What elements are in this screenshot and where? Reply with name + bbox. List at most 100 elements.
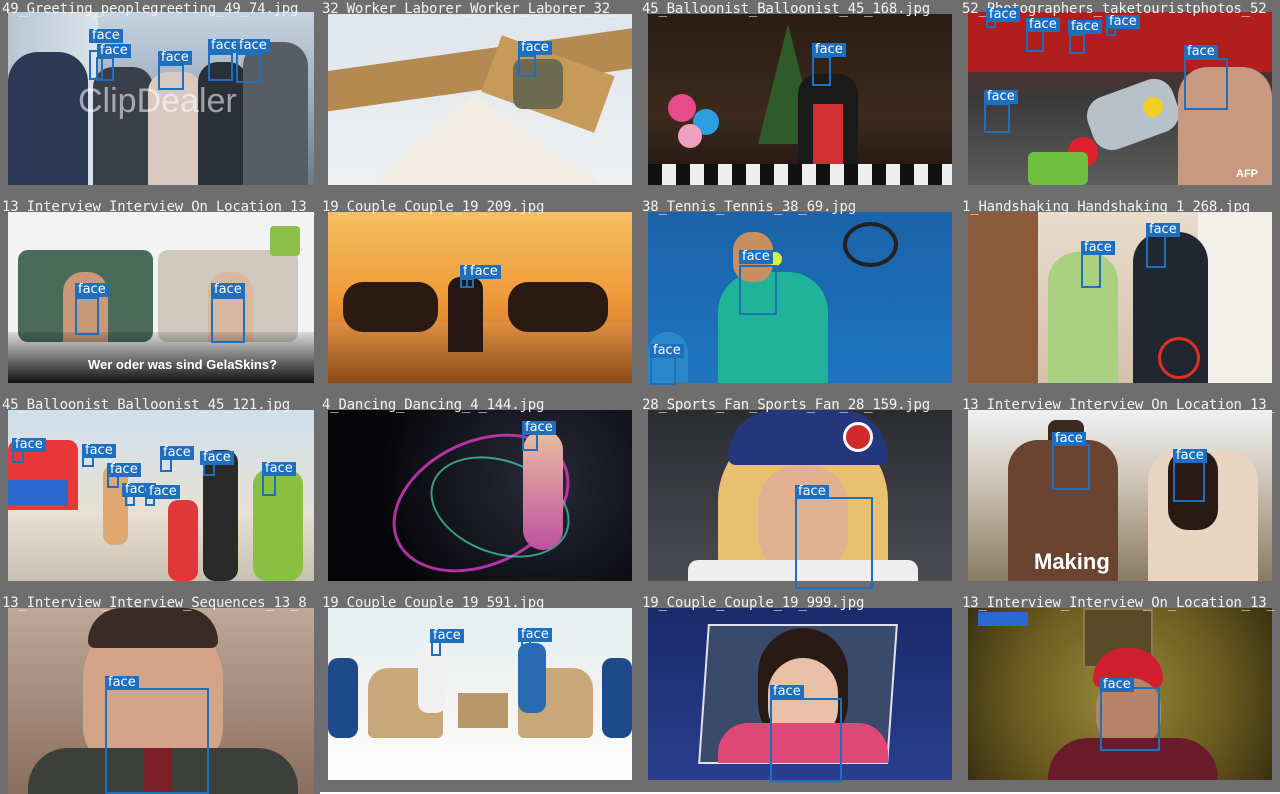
face-label: face	[1100, 678, 1134, 692]
tile-image	[648, 212, 952, 383]
tile-image	[328, 14, 632, 185]
face-box[interactable]	[1173, 458, 1205, 502]
face-label: face	[262, 462, 296, 476]
face-box[interactable]	[1052, 444, 1090, 490]
tile-couple-baby[interactable]: 19_Couple_Couple_19_999.jpg face	[640, 594, 960, 792]
face-label: face	[107, 463, 141, 477]
face-label: face	[97, 44, 131, 58]
face-box[interactable]	[96, 57, 114, 81]
tile-photographers[interactable]: AFP 52_Photographers_taketouristphotos_5…	[960, 0, 1280, 198]
face-box[interactable]	[1184, 58, 1228, 110]
face-box[interactable]	[739, 265, 777, 315]
face-label: face	[75, 283, 109, 297]
tile-tennis[interactable]: 38_Tennis_Tennis_38_69.jpg face face	[640, 198, 960, 396]
face-box[interactable]	[1100, 687, 1160, 751]
tile-interview-making[interactable]: Making 13_Interview_Interview_On_Locatio…	[960, 396, 1280, 594]
face-label: face	[1146, 223, 1180, 237]
face-label: face	[146, 485, 180, 499]
face-box[interactable]	[984, 103, 1010, 133]
face-label: face	[522, 421, 556, 435]
show-title-text: Making	[1034, 549, 1110, 574]
detection-results-grid: ClipDealer 49_Greeting_peoplegreeting_49…	[0, 0, 1280, 794]
face-box[interactable]	[518, 55, 536, 77]
face-box[interactable]	[236, 53, 261, 83]
tile-title: 19_Couple_Couple_19_591.jpg	[322, 595, 545, 611]
face-label: face	[984, 90, 1018, 104]
tile-image: Wer oder was sind GelaSkins?	[8, 212, 314, 383]
tile-image	[328, 410, 632, 581]
face-label: face	[739, 250, 773, 264]
tile-title: 1_Handshaking_Handshaking_1_268.jpg	[962, 199, 1251, 215]
tile-title: 13_Interview_Interview_Sequences_13_8	[2, 595, 307, 611]
face-label: face	[82, 444, 116, 458]
tile-interview-sequences[interactable]: 13_Interview_Interview_Sequences_13_8 fa…	[0, 594, 320, 794]
tile-title: 4_Dancing_Dancing_4_144.jpg	[322, 397, 545, 413]
face-box[interactable]	[770, 698, 842, 782]
face-label: face	[105, 676, 139, 690]
face-label: face	[1026, 18, 1060, 32]
face-box[interactable]	[650, 355, 676, 385]
face-label: face	[812, 43, 846, 57]
face-box[interactable]	[522, 433, 538, 451]
tile-image: ClipDealer	[8, 12, 314, 185]
face-box[interactable]	[211, 297, 245, 343]
tile-balloonist-party[interactable]: 45_Balloonist_Balloonist_45_121.jpg face…	[0, 396, 320, 594]
face-label: face	[1184, 45, 1218, 59]
face-box[interactable]	[466, 278, 474, 288]
face-label: face	[211, 283, 245, 297]
face-box[interactable]	[75, 297, 99, 335]
tile-image	[328, 608, 632, 780]
face-label: face	[89, 29, 123, 43]
tile-image: Making	[968, 410, 1272, 581]
face-box[interactable]	[521, 640, 531, 656]
tile-couple-sunset[interactable]: 19_Couple_Couple_19_209.jpg face face	[320, 198, 640, 396]
tile-title: 19_Couple_Couple_19_209.jpg	[322, 199, 545, 215]
tile-title: 13_Interview_Interview_On_Location_13_	[962, 595, 1275, 611]
face-label: face	[1068, 20, 1102, 34]
face-label: face	[12, 438, 46, 452]
face-label: face	[986, 8, 1020, 22]
face-box[interactable]	[208, 53, 233, 81]
agency-watermark: AFP	[1236, 168, 1258, 180]
tile-balloonist[interactable]: 45_Balloonist_Balloonist_45_168.jpg face	[640, 0, 960, 198]
face-box[interactable]	[795, 497, 873, 589]
tile-greeting[interactable]: ClipDealer 49_Greeting_peoplegreeting_49…	[0, 0, 320, 198]
face-box[interactable]	[1026, 30, 1044, 52]
face-box[interactable]	[812, 56, 831, 86]
tile-dancing[interactable]: 4_Dancing_Dancing_4_144.jpg face	[320, 396, 640, 594]
face-label: face	[467, 265, 501, 279]
tile-title: 32_Worker_Laborer_Worker_Laborer_32_	[322, 1, 619, 17]
face-box[interactable]	[105, 688, 209, 794]
tile-title: 19_Couple_Couple_19_999.jpg	[642, 595, 865, 611]
face-box[interactable]	[1146, 232, 1166, 268]
tile-handshaking[interactable]: 1_Handshaking_Handshaking_1_268.jpg face…	[960, 198, 1280, 396]
face-label: face	[795, 485, 829, 499]
tile-title: 28_Sports_Fan_Sports_Fan_28_159.jpg	[642, 397, 931, 413]
tile-title: 45_Balloonist_Balloonist_45_121.jpg	[2, 397, 291, 413]
tile-interview-location[interactable]: Wer oder was sind GelaSkins? 13_Intervie…	[0, 198, 320, 396]
tile-title: 13_Interview_Interview_On_Location_13_	[2, 199, 315, 215]
face-box[interactable]	[1081, 250, 1101, 288]
tile-worker[interactable]: 32_Worker_Laborer_Worker_Laborer_32_ fac…	[320, 0, 640, 198]
face-label: face	[430, 629, 464, 643]
tile-sports-fan[interactable]: 28_Sports_Fan_Sports_Fan_28_159.jpg face	[640, 396, 960, 594]
face-label: face	[1052, 432, 1086, 446]
tile-image	[328, 212, 632, 383]
face-label: face	[518, 41, 552, 55]
tile-image	[648, 14, 952, 185]
face-box[interactable]	[158, 64, 184, 90]
tile-title: 49_Greeting_peoplegreeting_49_74.jpg	[2, 1, 299, 17]
face-label: face	[650, 344, 684, 358]
tile-title: 38_Tennis_Tennis_38_69.jpg	[642, 199, 856, 215]
face-label: face	[158, 51, 192, 65]
caption-text: Wer oder was sind GelaSkins?	[88, 357, 278, 372]
face-label: face	[200, 451, 234, 465]
face-label: face	[518, 628, 552, 642]
face-label: face	[770, 685, 804, 699]
tile-title: 13_Interview_Interview_On_Location_13_	[962, 397, 1275, 413]
face-label: face	[1106, 15, 1140, 29]
tile-couple-patio[interactable]: 19_Couple_Couple_19_591.jpg face face	[320, 594, 640, 792]
face-label: face	[160, 446, 194, 460]
face-box[interactable]	[1069, 34, 1085, 54]
tile-interview-turban[interactable]: 13_Interview_Interview_On_Location_13_ f…	[960, 594, 1280, 792]
